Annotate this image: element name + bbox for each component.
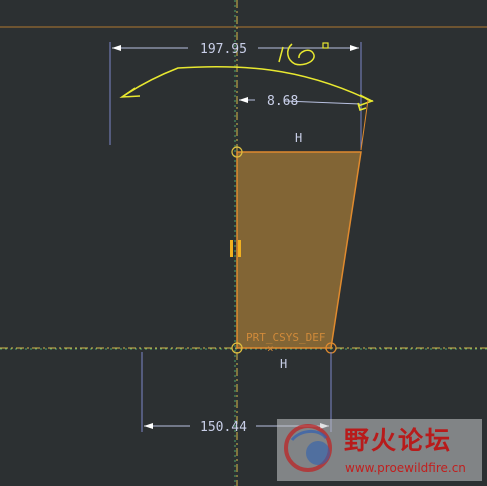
dim-arrow-offset-icon — [239, 97, 248, 103]
handwritten-arrow-left-icon — [119, 87, 141, 98]
dim-arrow-right-icon — [350, 45, 359, 51]
sketch-canvas[interactable]: 197.95 8.68 150.44 H H PRT_CSYS_DEF × 野火… — [0, 0, 487, 486]
dimension-bottom-width[interactable]: 150.44 — [200, 420, 247, 435]
watermark-url: www.proewildfire.cn — [345, 461, 466, 475]
handwritten-arrow-right-icon — [357, 94, 374, 107]
sketch-section-fill[interactable] — [236, 151, 362, 349]
csys-label[interactable]: PRT_CSYS_DEF — [246, 331, 325, 344]
handwritten-box-annotation — [322, 42, 329, 49]
constraint-top-horizontal[interactable]: H — [295, 131, 302, 145]
parallel-constraint-icon-2 — [238, 240, 241, 257]
dim-arrow-left-icon — [112, 45, 121, 51]
offset-leader-line — [360, 99, 369, 151]
watermark: 野火论坛 www.proewildfire.cn — [277, 419, 482, 481]
dimension-offset[interactable]: 8.68 — [267, 94, 298, 109]
dimension-top-width[interactable]: 197.95 — [200, 42, 247, 57]
handwritten-arc-annotation — [121, 65, 374, 102]
csys-x-marker: × — [267, 342, 274, 355]
dim-arrow-bottom-left-icon — [144, 423, 153, 429]
handwritten-number-annotation — [278, 43, 315, 66]
constraint-bottom-horizontal[interactable]: H — [280, 357, 287, 371]
parallel-constraint-icon — [230, 240, 233, 257]
watermark-name: 野火论坛 — [344, 426, 452, 455]
